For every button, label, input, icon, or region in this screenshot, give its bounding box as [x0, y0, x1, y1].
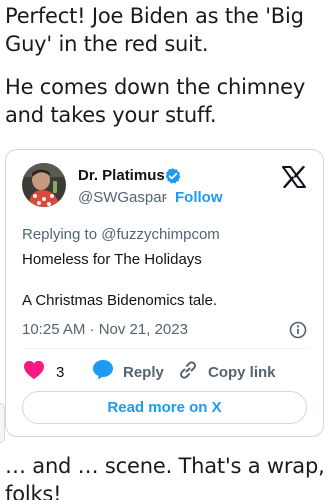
follow-link[interactable]: Follow: [175, 189, 223, 206]
tweet-text-line-1: Homeless for The Holidays: [22, 251, 202, 268]
post-paragraph-1: Perfect! Joe Biden as the 'Big Guy' in t…: [5, 4, 304, 56]
verified-badge-icon: [164, 167, 182, 185]
tweet-text-line-2: A Christmas Bidenomics tale.: [22, 292, 218, 309]
copy-link-label: Copy link: [208, 363, 276, 381]
post-paragraph-3: … and … scene. That's a wrap, folks!: [5, 454, 325, 500]
info-icon[interactable]: [289, 321, 307, 339]
reply-button[interactable]: Reply: [92, 359, 164, 385]
reply-label: Reply: [123, 363, 164, 381]
side-scroll-handle[interactable]: [0, 403, 5, 443]
tweet-timestamp[interactable]: 10:25 AM · Nov 21, 2023: [22, 321, 188, 338]
replying-to-line[interactable]: Replying to @fuzzychimpcom: [22, 226, 220, 243]
heart-icon: [23, 360, 45, 385]
embedded-tweet-card[interactable]: Dr. Platimus @SWGaspar · Follow Replying…: [5, 149, 324, 437]
post-paragraph-2: He comes down the chimney and takes your…: [5, 75, 306, 127]
like-button[interactable]: 3: [23, 360, 65, 385]
divider: [22, 348, 309, 349]
reply-bubble-icon: [92, 359, 114, 385]
copy-link-button[interactable]: Copy link: [177, 359, 276, 386]
like-count: 3: [56, 363, 65, 381]
author-handle[interactable]: @SWGaspar: [78, 189, 167, 206]
read-more-button[interactable]: Read more on X: [22, 391, 307, 424]
handle-separator: ·: [163, 189, 168, 206]
author-name[interactable]: Dr. Platimus: [78, 167, 165, 184]
x-logo-icon[interactable]: [282, 165, 306, 189]
link-icon: [177, 359, 199, 386]
avatar[interactable]: [22, 163, 66, 207]
